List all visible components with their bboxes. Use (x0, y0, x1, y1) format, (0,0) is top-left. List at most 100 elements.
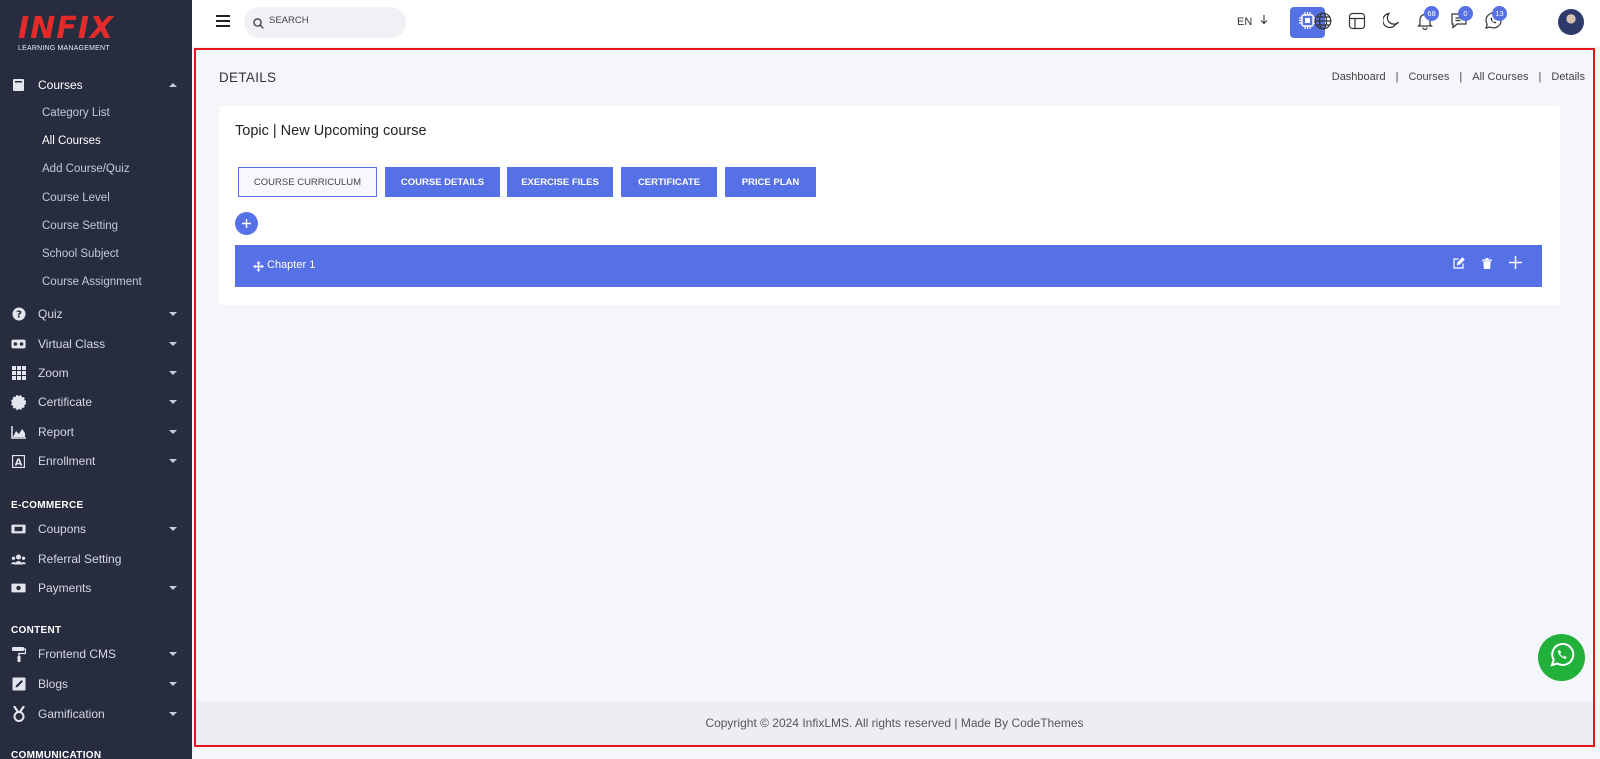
question-icon: ? (11, 307, 26, 322)
notifications-button[interactable]: 68 (1414, 6, 1439, 34)
breadcrumb-courses[interactable]: Courses (1408, 71, 1449, 83)
notification-count-badge: 68 (1424, 6, 1439, 21)
sidebar-item-certificate[interactable]: Certificate (0, 388, 192, 416)
whatsapp-icon (1549, 642, 1575, 673)
caret-down-icon (169, 371, 177, 375)
breadcrumb-all-courses[interactable]: All Courses (1472, 71, 1528, 83)
search-box[interactable] (244, 7, 406, 38)
sidebar-item-coupons[interactable]: Coupons (0, 515, 192, 543)
paint-roller-icon (11, 646, 26, 662)
globe-icon (1314, 12, 1332, 35)
delete-chapter-button[interactable] (1479, 257, 1495, 273)
layout-icon (1348, 12, 1366, 35)
dark-mode-button[interactable] (1380, 12, 1402, 34)
certificate-badge-icon (11, 394, 26, 410)
language-selector[interactable]: EN (1237, 15, 1268, 28)
user-avatar[interactable] (1558, 9, 1584, 35)
sidebar-item-label: Coupons (38, 522, 87, 536)
footer-copyright: Copyright © 2024 InfixLMS. All rights re… (705, 716, 1084, 730)
course-card: Topic | New Upcoming course COURSE CURRI… (219, 106, 1560, 305)
search-input[interactable] (269, 15, 399, 26)
sidebar-item-frontend-cms[interactable]: Frontend CMS (0, 640, 192, 668)
letter-a-icon: A (11, 454, 26, 469)
plus-icon (1508, 256, 1522, 274)
add-chapter-button[interactable] (235, 212, 258, 235)
sidebar-item-label: Virtual Class (38, 337, 106, 351)
whatsapp-chat-button[interactable] (1538, 634, 1585, 681)
message-count-badge: 0 (1458, 6, 1473, 21)
sidebar-section-communication: COMMUNICATION (11, 750, 102, 759)
chapter-row[interactable]: Chapter 1 (235, 245, 1542, 287)
sidebar-item-referral-setting[interactable]: Referral Setting (0, 545, 192, 573)
edit-chapter-button[interactable] (1451, 257, 1467, 273)
caret-down-icon (169, 400, 177, 404)
tab-course-details[interactable]: COURSE DETAILS (385, 167, 500, 197)
edit-icon (1453, 256, 1465, 274)
sidebar-item-label: Quiz (38, 307, 63, 321)
tab-exercise-files[interactable]: EXERCISE FILES (507, 167, 613, 197)
sidebar-subitem-all-courses[interactable]: All Courses (42, 132, 101, 150)
sidebar-item-report[interactable]: Report (0, 418, 192, 446)
sidebar-item-label: Courses (38, 78, 83, 92)
sidebar-item-label: Payments (38, 581, 92, 595)
breadcrumb: Dashboard | Courses | All Courses | Deta… (1332, 71, 1585, 83)
brand-name: INFIX (18, 11, 115, 46)
sidebar-subitem-category-list[interactable]: Category List (42, 104, 110, 122)
add-lesson-button[interactable] (1507, 256, 1523, 274)
move-icon[interactable] (253, 259, 264, 277)
tab-price-plan[interactable]: PRICE PLAN (725, 167, 816, 197)
tab-certificate[interactable]: CERTIFICATE (621, 167, 717, 197)
page-title: DETAILS (219, 70, 277, 85)
sidebar-item-label: Report (38, 425, 75, 439)
trash-icon (1482, 256, 1492, 274)
sidebar-item-label: Referral Setting (38, 552, 122, 566)
sidebar-item-quiz[interactable]: ? Quiz (0, 300, 192, 328)
sidebar-item-label: Blogs (38, 677, 69, 691)
sidebar-subitem-course-assignment[interactable]: Course Assignment (42, 273, 142, 291)
tab-course-curriculum[interactable]: COURSE CURRICULUM (238, 167, 377, 197)
sidebar-item-blogs[interactable]: Blogs (0, 670, 192, 698)
sidebar-item-label: Enrollment (38, 454, 96, 468)
vr-headset-icon (11, 337, 26, 352)
sidebar-item-enrollment[interactable]: A Enrollment (0, 447, 192, 475)
sidebar: INFIX LEARNING MANAGEMENT Courses Catego… (0, 0, 192, 759)
arrow-down-icon (1260, 15, 1268, 28)
area-chart-icon (11, 425, 26, 440)
language-label: EN (1237, 16, 1253, 28)
sidebar-subitem-course-setting[interactable]: Course Setting (42, 217, 118, 235)
menu-toggle-icon[interactable] (216, 15, 230, 27)
breadcrumb-separator: | (1395, 71, 1399, 83)
course-title: Topic | New Upcoming course (235, 123, 427, 139)
layout-button[interactable] (1346, 12, 1368, 34)
sidebar-item-courses[interactable]: Courses (0, 71, 192, 99)
brand-logo[interactable]: INFIX LEARNING MANAGEMENT (18, 14, 128, 54)
chapter-title: Chapter 1 (267, 259, 316, 271)
whatsapp-notifications-button[interactable]: 13 (1482, 6, 1507, 34)
footer: Copyright © 2024 InfixLMS. All rights re… (196, 701, 1593, 745)
sidebar-item-zoom[interactable]: Zoom (0, 359, 192, 387)
sidebar-item-label: Gamification (38, 707, 105, 721)
sidebar-subitem-course-level[interactable]: Course Level (42, 189, 110, 207)
sidebar-section-content: CONTENT (11, 625, 62, 636)
breadcrumb-details[interactable]: Details (1551, 71, 1585, 83)
sidebar-item-virtual-class[interactable]: Virtual Class (0, 330, 192, 358)
sidebar-item-label: Frontend CMS (38, 647, 117, 661)
sidebar-subitem-school-subject[interactable]: School Subject (42, 245, 119, 263)
main-content: DETAILS Dashboard | Courses | All Course… (194, 48, 1595, 747)
breadcrumb-dashboard[interactable]: Dashboard (1332, 71, 1386, 83)
moon-icon (1381, 12, 1400, 34)
breadcrumb-separator: | (1538, 71, 1542, 83)
svg-text:?: ? (16, 310, 22, 321)
svg-text:A: A (15, 457, 23, 468)
caret-down-icon (169, 342, 177, 346)
messages-button[interactable]: 0 (1448, 6, 1473, 34)
sidebar-subitem-add-course-quiz[interactable]: Add Course/Quiz (42, 160, 130, 178)
grid-icon (11, 366, 26, 381)
pencil-square-icon (11, 677, 26, 692)
plus-icon (242, 216, 251, 231)
sidebar-item-payments[interactable]: Payments (0, 574, 192, 602)
globe-button[interactable] (1312, 12, 1334, 34)
sidebar-item-gamification[interactable]: Gamification (0, 700, 192, 728)
sidebar-item-label: Certificate (38, 395, 93, 409)
caret-down-icon (169, 652, 177, 656)
